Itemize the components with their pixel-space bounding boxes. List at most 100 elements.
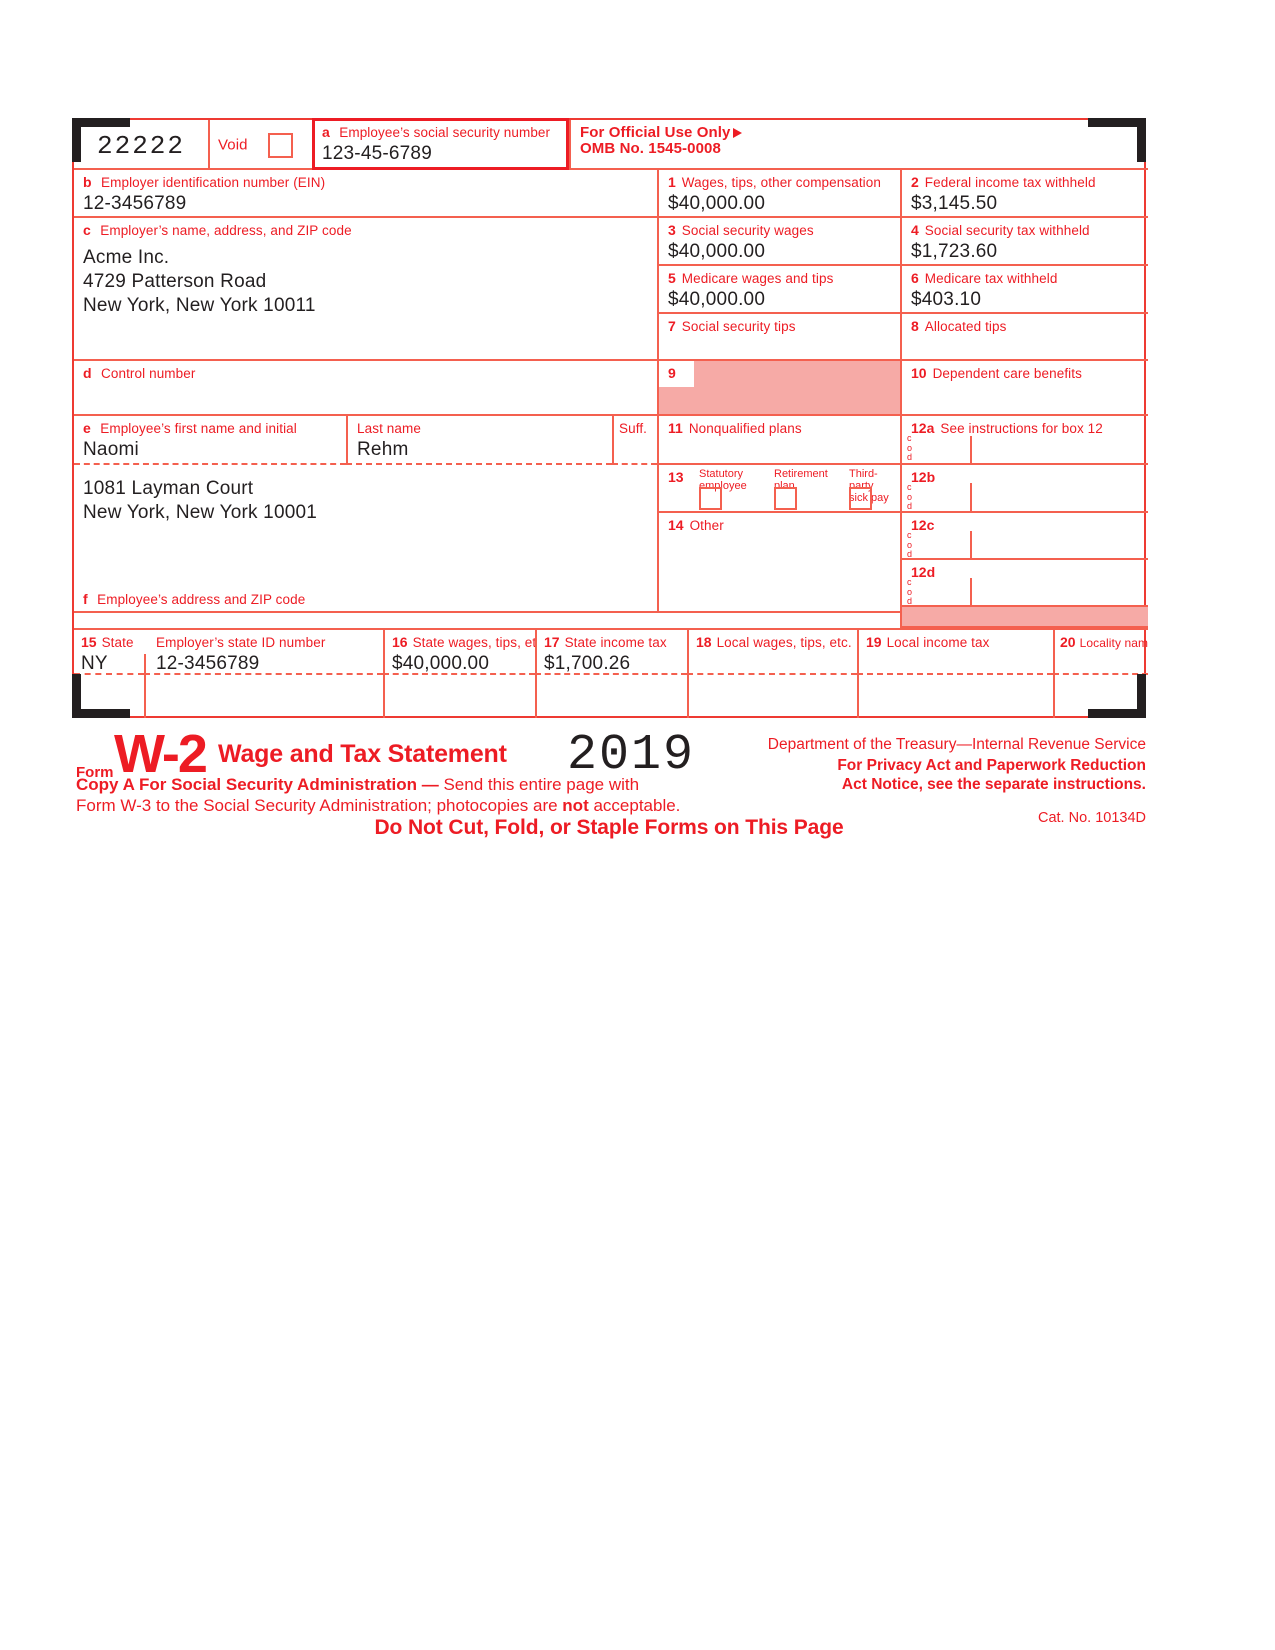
box-14-label: Other [689, 518, 724, 533]
box-3[interactable]: 3 Social security wages $40,000.00 [657, 218, 900, 266]
box-17-row2[interactable] [535, 675, 687, 718]
official-use-text: For Official Use Only [580, 124, 731, 141]
box-b-value: 12-3456789 [83, 193, 187, 214]
omb-number: OMB No. 1545-0008 [580, 140, 721, 157]
box-b-ein[interactable]: b Employer identification number (EIN) 1… [74, 170, 657, 218]
box-12a-code-divider [970, 436, 972, 463]
box-16-number: 16 [392, 634, 408, 650]
box-15-label: State [101, 635, 134, 650]
box-15-employer-state-id-value2 [144, 675, 383, 679]
box-19-label: Local income tax [886, 635, 990, 650]
box-18-label: Local wages, tips, etc. [716, 635, 852, 650]
box-4[interactable]: 4 Social security tax withheld $1,723.60 [900, 218, 1148, 266]
box-14[interactable]: 14 Other [657, 513, 900, 613]
box-e-last-name[interactable]: Last name Rehm [346, 416, 612, 465]
footer-form-title: Wage and Tax Statement [218, 740, 507, 768]
box-c-label: Employer’s name, address, and ZIP code [100, 223, 352, 238]
box-20[interactable]: 20 Locality name [1053, 628, 1148, 675]
box-e-first-name[interactable]: e Employee’s first name and initial Naom… [74, 416, 346, 465]
footer-privacy-line1: For Privacy Act and Paperwork Reduction [837, 757, 1146, 774]
box-15-employer-state-id-label: Employer’s state ID number [156, 635, 326, 650]
box-12a-code-label: code [907, 433, 913, 463]
box-3-label: Social security wages [681, 223, 814, 238]
box-11-label: Nonqualified plans [688, 421, 802, 436]
box-12a[interactable]: 12a See instructions for box 12 code [900, 416, 1148, 465]
last-name-value: Rehm [357, 439, 409, 460]
box-12a-number: 12a [911, 420, 935, 436]
box-17-label: State income tax [564, 635, 667, 650]
box-8[interactable]: 8 Allocated tips [900, 314, 1148, 361]
box-5[interactable]: 5 Medicare wages and tips $40,000.00 [657, 266, 900, 314]
box-e-value: Naomi [83, 439, 139, 460]
box-10[interactable]: 10 Dependent care benefits [900, 361, 1148, 416]
box-11[interactable]: 11 Nonqualified plans [657, 416, 900, 465]
box-c-value: Acme Inc. 4729 Patterson Road New York, … [83, 247, 316, 316]
box-6-label: Medicare tax withheld [924, 271, 1058, 286]
box-12d-code-divider [970, 578, 972, 605]
box-17[interactable]: 17 State income tax $1,700.26 [535, 628, 687, 675]
box-15-employer-state-id[interactable]: Employer’s state ID number 12-3456789 [144, 628, 383, 675]
box-f-employee-address-label: f Employee’s address and ZIP code [74, 586, 657, 613]
footer-privacy-notice: For Privacy Act and Paperwork Reduction … [837, 757, 1146, 794]
form-sheet: 22222 Void a Employee’s social security … [72, 118, 1148, 718]
box-18-value2 [689, 675, 857, 679]
registration-mark-bottom-right [1088, 709, 1146, 718]
footer-copy-line2-bold: not [562, 796, 589, 815]
box-18[interactable]: 18 Local wages, tips, etc. [687, 628, 857, 675]
box-5-number: 5 [668, 270, 676, 286]
box-4-number: 4 [911, 222, 919, 238]
footer-privacy-line2: Act Notice, see the separate instruction… [841, 775, 1146, 793]
box-d-label: Control number [101, 366, 196, 381]
box-3-value: $40,000.00 [668, 241, 766, 262]
box-f-letter: f [83, 591, 88, 607]
box-a-ssn[interactable]: a Employee’s social security number 123-… [312, 118, 569, 170]
box-16[interactable]: 16 State wages, tips, etc. $40,000.00 [383, 628, 535, 675]
box-19-value2 [859, 675, 1053, 679]
box-2-number: 2 [911, 174, 919, 190]
footer-form-number: W-2 [114, 724, 208, 784]
box-1[interactable]: 1 Wages, tips, other compensation $40,000… [657, 170, 900, 218]
box-12c-code-label: code [907, 530, 913, 559]
footer-copy-rest: Send this entire page with [438, 775, 640, 794]
box-18-row2[interactable] [687, 675, 857, 718]
box-15-employer-state-id-row2[interactable] [144, 675, 383, 718]
box-16-label: State wages, tips, etc. [412, 635, 535, 650]
box-7[interactable]: 7 Social security tips [657, 314, 900, 361]
box-5-label: Medicare wages and tips [681, 271, 834, 286]
void-cell: Void [208, 120, 312, 170]
box-1-value: $40,000.00 [668, 193, 766, 214]
box-e-suffix[interactable]: Suff. [612, 416, 657, 465]
box-12c[interactable]: 12c code [900, 513, 1148, 560]
state-id-divider [144, 654, 146, 673]
box-19-row2[interactable] [857, 675, 1053, 718]
box-6[interactable]: 6 Medicare tax withheld $403.10 [900, 266, 1148, 314]
box-13-retirement-plan-checkbox[interactable] [774, 487, 797, 510]
box-12d[interactable]: 12d code [900, 560, 1148, 607]
box-16-row2[interactable] [383, 675, 535, 718]
box-c-letter: c [83, 222, 91, 238]
box-e-label: Employee’s first name and initial [100, 421, 297, 436]
box-17-number: 17 [544, 634, 560, 650]
box-12d-code-label: code [907, 577, 913, 606]
box-14-number: 14 [668, 517, 684, 533]
box-c-employer[interactable]: c Employer’s name, address, and ZIP code… [74, 218, 657, 361]
footer-copy-bold: Copy A For Social Security Administratio… [76, 775, 439, 794]
box-19[interactable]: 19 Local income tax [857, 628, 1053, 675]
box-6-number: 6 [911, 270, 919, 286]
last-name-label: Last name [357, 421, 421, 436]
box-2[interactable]: 2 Federal income tax withheld $3,145.50 [900, 170, 1148, 218]
box-13-statutory-employee-checkbox[interactable] [699, 487, 722, 510]
box-18-number: 18 [696, 634, 712, 650]
box-11-number: 11 [668, 420, 683, 436]
box-d-control-number[interactable]: d Control number [74, 361, 657, 416]
box-12b[interactable]: 12b code [900, 465, 1148, 513]
box-4-label: Social security tax withheld [924, 223, 1090, 238]
box-b-letter: b [83, 174, 92, 190]
box-15-state[interactable]: 15 State NY [74, 628, 144, 675]
box-13-third-party-sick-pay-checkbox[interactable] [849, 487, 872, 510]
void-checkbox[interactable] [268, 133, 294, 158]
box-12d-number: 12d [911, 564, 936, 580]
box-15-state-value: NY [81, 653, 108, 674]
official-use-cell: For Official Use Only OMB No. 1545-0008 [569, 120, 1148, 170]
form-footer: Form W-2 Wage and Tax Statement 2019 Dep… [72, 722, 1146, 852]
